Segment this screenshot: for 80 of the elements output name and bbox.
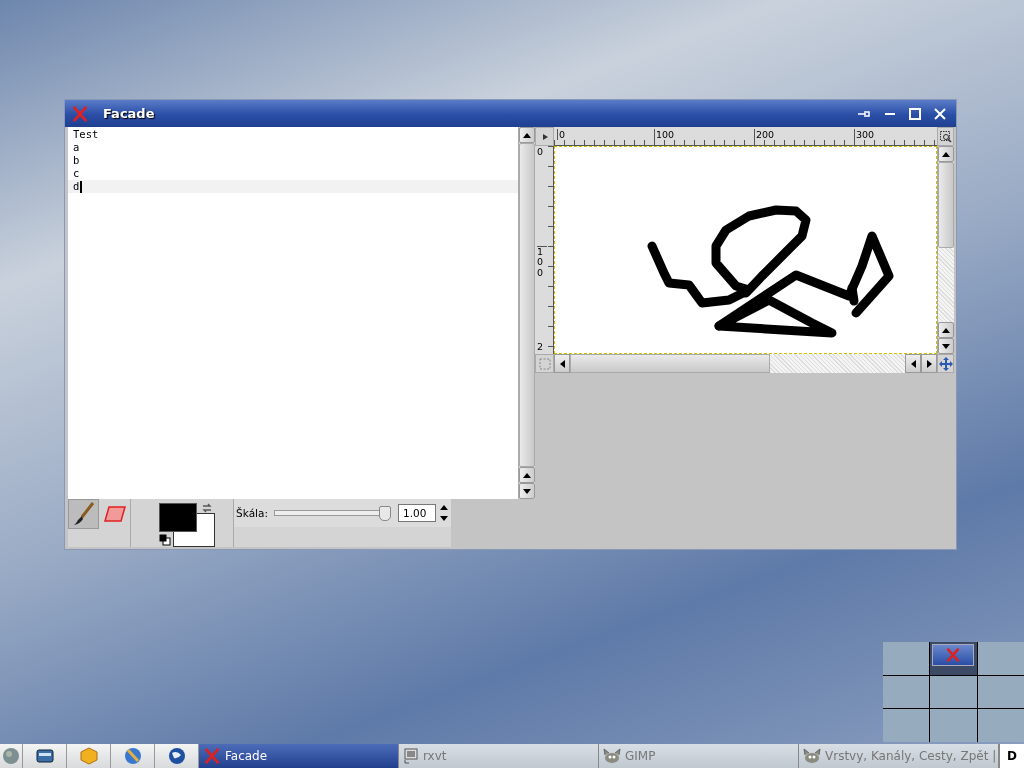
text-line: d — [73, 180, 80, 193]
x-logo-icon — [945, 647, 962, 663]
desktop-thumbnail[interactable] — [977, 642, 1024, 675]
desktop-thumbnail[interactable] — [883, 709, 930, 742]
ruler-number: 100 — [654, 129, 675, 140]
left-arrow-icon — [910, 359, 916, 368]
text-line: a — [73, 141, 80, 154]
desktop-thumbnail[interactable] — [883, 675, 930, 709]
close-icon[interactable] — [934, 107, 946, 120]
orb-icon — [2, 747, 20, 765]
menu-arrow-button[interactable] — [535, 127, 554, 146]
right-triangle-icon — [540, 132, 549, 141]
scroll-down-button[interactable] — [519, 483, 535, 499]
text-line: b — [73, 154, 80, 167]
x-logo-icon — [71, 104, 89, 123]
terminal-icon — [403, 748, 419, 764]
ruler-number: 200 — [754, 129, 775, 140]
text-editor[interactable]: Test a b c d — [68, 127, 518, 499]
eraser-icon — [102, 505, 127, 523]
window-thumbnail[interactable] — [932, 644, 975, 666]
zoom-icon[interactable] — [937, 127, 954, 146]
scroll-up-button[interactable] — [938, 322, 954, 338]
desktop-thumbnail[interactable] — [930, 709, 977, 742]
text-line: c — [73, 167, 80, 180]
ruler-number: 2 — [537, 342, 545, 353]
folder-icon — [35, 748, 54, 764]
up-arrow-icon — [942, 327, 950, 333]
down-arrow-icon — [942, 343, 950, 349]
scale-label: Škála: — [236, 507, 268, 519]
left-arrow-icon — [559, 359, 565, 368]
desktop-thumbnail[interactable] — [883, 642, 930, 675]
ruler-number: 0 — [537, 147, 545, 158]
desktop-thumbnail[interactable] — [977, 675, 1024, 709]
animal-head-icon — [803, 748, 821, 764]
right-arrow-icon — [926, 359, 932, 368]
globe-launcher[interactable] — [155, 744, 199, 768]
up-arrow-icon — [523, 472, 531, 478]
ruler-number: 100 — [537, 246, 547, 279]
swap-colors-icon[interactable] — [201, 502, 213, 514]
move-arrows-icon[interactable] — [937, 354, 954, 373]
globe-icon — [167, 747, 186, 765]
pin-icon[interactable] — [857, 108, 871, 119]
up-arrow-icon — [942, 151, 950, 157]
text-cursor — [80, 180, 83, 193]
scrollbar[interactable] — [937, 146, 954, 354]
scroll-up-button[interactable] — [519, 127, 535, 143]
default-colors-icon[interactable] — [159, 534, 171, 546]
scroll-down-button[interactable] — [938, 338, 954, 354]
ruler-number: 300 — [854, 129, 875, 140]
image-canvas[interactable] — [554, 146, 937, 354]
orb-launcher[interactable] — [0, 744, 23, 768]
scroll-right-button[interactable] — [921, 354, 937, 373]
scrollbar[interactable] — [518, 127, 535, 499]
pen-launcher[interactable] — [111, 744, 155, 768]
desktop-thumbnail[interactable] — [930, 675, 977, 709]
scroll-left-button[interactable] — [905, 354, 921, 373]
scroll-left-button[interactable] — [554, 354, 570, 373]
maximize-icon[interactable] — [909, 107, 921, 120]
down-arrow-icon — [523, 488, 531, 494]
up-arrow-icon — [523, 132, 531, 138]
scale-input[interactable]: 1.00 — [398, 504, 436, 522]
desktop-thumbnail[interactable] — [977, 709, 1024, 742]
scroll-up-button[interactable] — [938, 146, 954, 162]
taskbar-button[interactable]: Facade — [199, 744, 399, 768]
text-line: Test — [73, 128, 99, 141]
paintbrush-icon — [72, 502, 95, 526]
paintbrush-tool-button[interactable] — [68, 499, 99, 529]
animal-head-icon — [603, 748, 621, 764]
x-logo-icon — [203, 747, 221, 765]
scrollbar[interactable] — [554, 354, 937, 373]
ruler-number: 0 — [557, 129, 566, 140]
package-icon — [79, 747, 98, 765]
globe-pen-icon — [123, 747, 142, 765]
desktop-thumbnail[interactable] — [930, 642, 977, 675]
files-launcher[interactable] — [23, 744, 67, 768]
scroll-up-button[interactable] — [519, 467, 535, 483]
foreground-color-swatch[interactable] — [159, 503, 197, 532]
window-title: Facade — [103, 106, 155, 121]
scale-slider[interactable] — [274, 505, 392, 521]
show-desktop-button[interactable]: D — [999, 744, 1024, 768]
